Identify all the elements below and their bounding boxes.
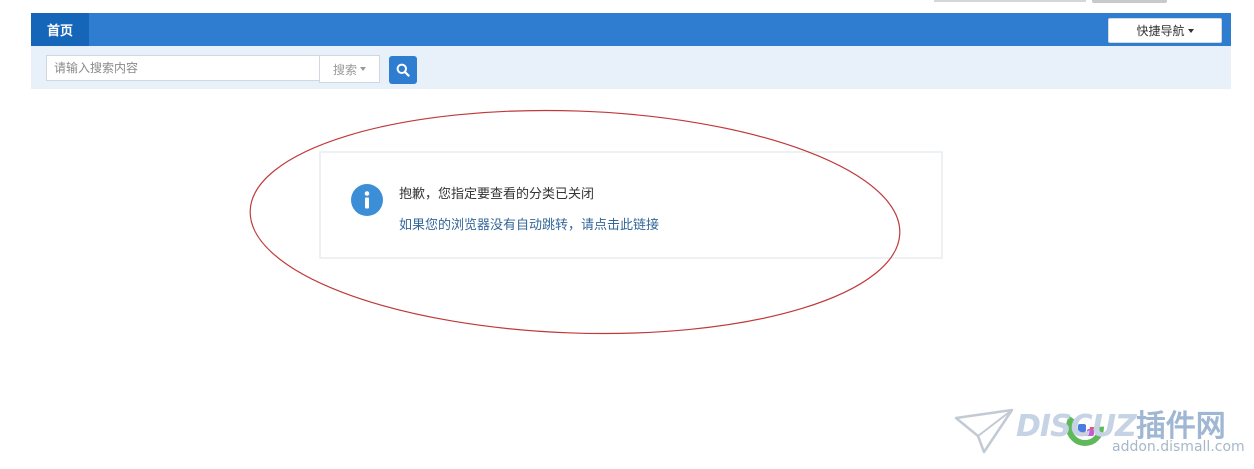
main-navbar: 首页 快捷导航 <box>31 13 1231 46</box>
top-button-fragment <box>1092 0 1167 3</box>
paper-plane-icon <box>954 408 1014 454</box>
search-type-label: 搜索 <box>332 62 357 77</box>
search-button[interactable] <box>389 56 417 84</box>
redirect-link[interactable]: 如果您的浏览器没有自动跳转，请点击此链接 <box>399 214 659 233</box>
chevron-down-icon <box>1187 28 1194 33</box>
quick-nav-label: 快捷导航 <box>1136 24 1185 38</box>
search-input[interactable] <box>46 55 319 81</box>
info-icon <box>351 184 383 216</box>
quick-nav-dropdown[interactable]: 快捷导航 <box>1108 18 1222 43</box>
top-strip-fragment <box>934 0 1086 2</box>
watermark: DISCUZ插件网 addon.dismall.com <box>954 398 1245 460</box>
chevron-down-icon <box>360 67 366 71</box>
search-icon <box>396 63 410 77</box>
watermark-domain: addon.dismall.com <box>1112 439 1245 455</box>
message-box: 抱歉，您指定要查看的分类已关闭 如果您的浏览器没有自动跳转，请点击此链接 <box>319 151 943 259</box>
message-title: 抱歉，您指定要查看的分类已关闭 <box>399 187 595 202</box>
search-bar: 搜索 <box>31 46 1231 89</box>
nav-item-home[interactable]: 首页 <box>31 13 89 46</box>
search-type-select[interactable]: 搜索 <box>319 55 380 83</box>
